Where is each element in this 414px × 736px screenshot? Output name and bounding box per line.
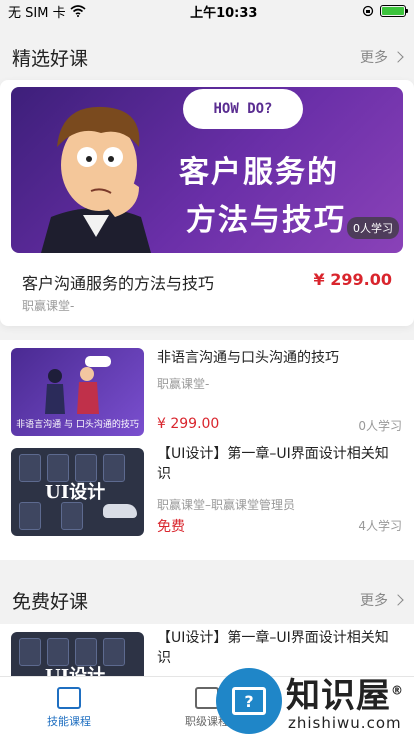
course-title: 非语言沟通与口头沟通的技巧	[157, 350, 339, 366]
course-thumbnail: UI设计	[11, 448, 144, 536]
banner-text-line2: 方法与技巧	[186, 203, 346, 238]
watermark-screen: ?	[232, 687, 266, 715]
ui-mockup-card	[19, 454, 41, 482]
free-more-link[interactable]: 更多	[360, 590, 404, 610]
featured-more-link[interactable]: 更多	[360, 47, 404, 67]
watermark-logo: ? 知识屋® zhishiwu.com	[216, 664, 414, 736]
clock: 上午10:33	[190, 5, 258, 21]
wifi-icon	[70, 5, 86, 17]
book-icon	[57, 687, 81, 709]
battery-fill	[382, 7, 404, 15]
free-more-label: 更多	[360, 593, 388, 609]
course-learners: 4人学习	[358, 519, 402, 533]
course-learners: 0人学习	[358, 419, 402, 433]
thumbnail-caption: UI设计	[45, 482, 106, 503]
carrier-label: 无 SIM 卡	[8, 5, 66, 21]
course-provider: 职赢课堂-	[157, 377, 210, 391]
free-section-title: 免费好课	[12, 590, 89, 613]
status-bar-right	[362, 5, 408, 17]
featured-course-provider: 职赢课堂-	[22, 299, 75, 313]
ui-mockup-card	[19, 638, 41, 666]
course-price: ¥ 299.00	[157, 416, 220, 432]
watermark-url: zhishiwu.com	[288, 714, 402, 732]
tab-skill-courses[interactable]: 技能课程	[0, 677, 138, 736]
orientation-lock-icon	[362, 5, 374, 17]
featured-section-header: 精选好课 更多	[0, 32, 414, 82]
featured-course-card[interactable]: HOW DO? 客户服务的 方法与技巧 0人学习 客户沟通服务的方法与技巧 ¥ …	[0, 80, 414, 326]
chevron-right-icon	[392, 51, 404, 63]
list-item[interactable]: 非语言沟通 与 口头沟通的技巧 非语言沟通与口头沟通的技巧 职赢课堂- ¥ 29…	[0, 340, 414, 436]
status-bar-left: 无 SIM 卡	[8, 2, 86, 21]
ui-mockup-card	[19, 502, 41, 530]
banner-thought-bubble: HOW DO?	[183, 89, 303, 129]
free-section-header: 免费好课 更多	[0, 575, 414, 625]
status-bar: 无 SIM 卡 上午10:33	[0, 0, 414, 22]
course-provider: 职赢课堂–职赢课堂管理员	[157, 498, 296, 512]
featured-more-label: 更多	[360, 50, 388, 66]
chevron-right-icon	[392, 594, 404, 606]
banner-text-line1: 客户服务的	[179, 155, 339, 190]
battery-icon	[380, 5, 408, 17]
course-title: 【UI设计】第一章–UI界面设计相关知识	[157, 446, 389, 482]
featured-course-banner[interactable]: HOW DO? 客户服务的 方法与技巧 0人学习	[11, 87, 403, 253]
ui-mockup-card	[103, 638, 125, 666]
featured-section-title: 精选好课	[12, 47, 89, 70]
monitor-icon: ?	[216, 668, 282, 734]
featured-learners-badge: 0人学习	[347, 217, 399, 239]
featured-course-price: ¥ 299.00	[313, 270, 392, 289]
car-illustration	[103, 504, 137, 518]
ui-mockup-card	[61, 502, 83, 530]
watermark-title: 知识屋®	[286, 676, 404, 716]
course-list: 非语言沟通 与 口头沟通的技巧 非语言沟通与口头沟通的技巧 职赢课堂- ¥ 29…	[0, 340, 414, 560]
thumbnail-caption: 非语言沟通 与 口头沟通的技巧	[16, 420, 139, 430]
course-price: 免费	[157, 519, 185, 535]
ui-mockup-card	[103, 454, 125, 482]
course-title: 【UI设计】第一章–UI界面设计相关知识	[157, 630, 389, 666]
course-thumbnail: 非语言沟通 与 口头沟通的技巧	[11, 348, 144, 436]
list-item[interactable]: UI设计 【UI设计】第一章–UI界面设计相关知识 职赢课堂–职赢课堂管理员 免…	[0, 440, 414, 536]
featured-course-title: 客户沟通服务的方法与技巧	[22, 274, 215, 293]
thinking-man-illustration	[41, 106, 151, 253]
tab-label: 技能课程	[47, 715, 91, 728]
